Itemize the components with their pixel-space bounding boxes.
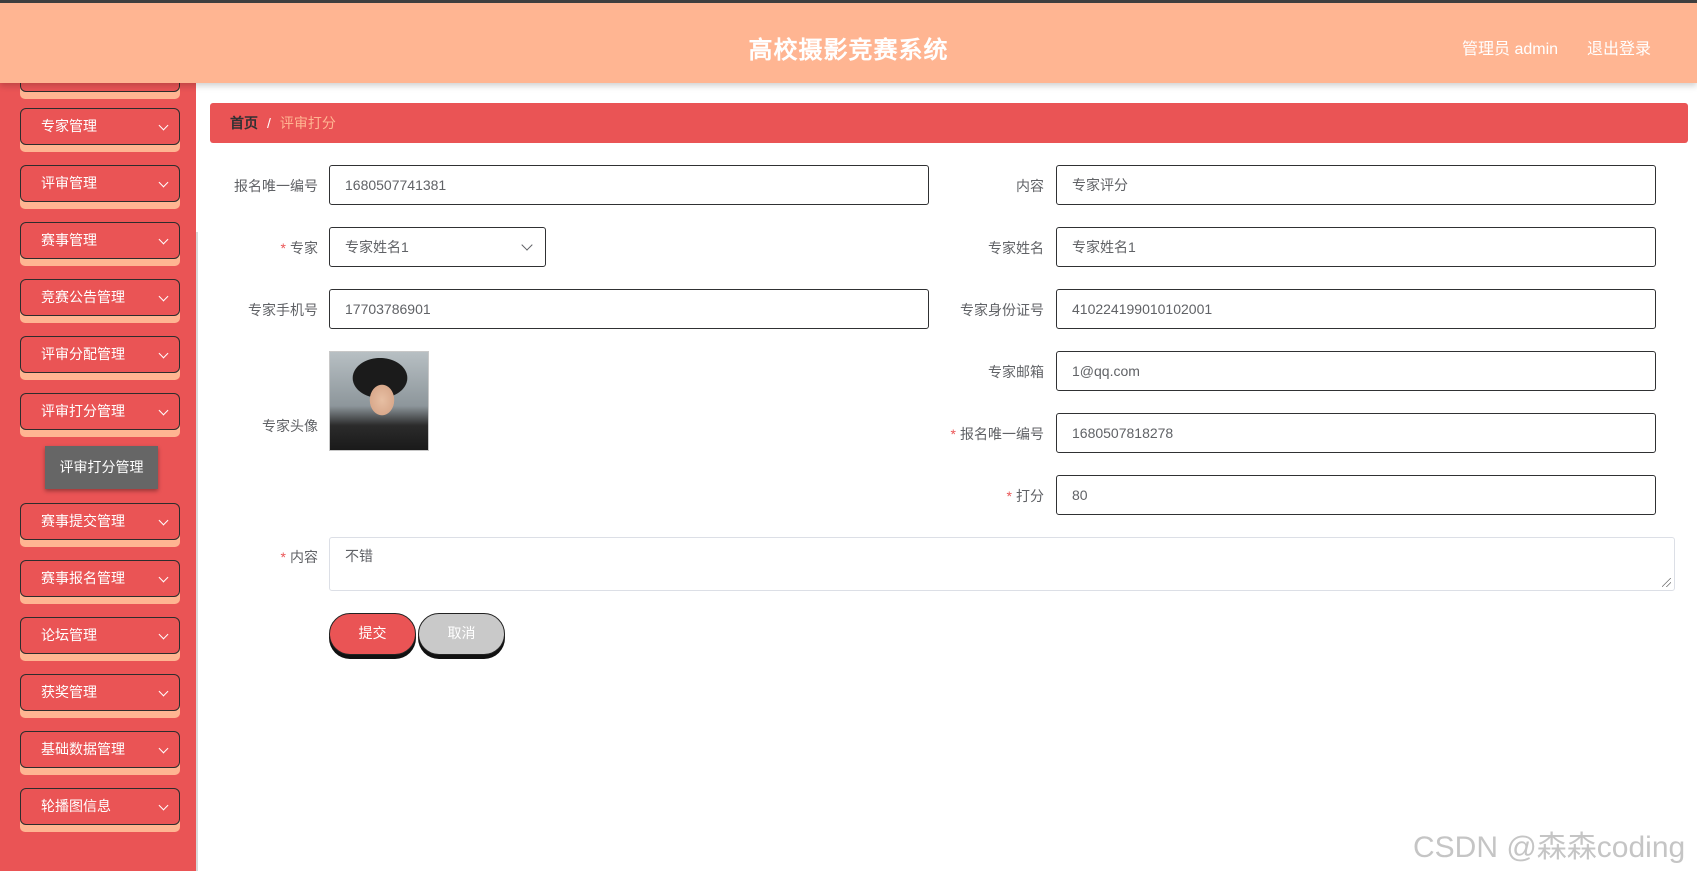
sidebar-item-previous[interactable]: [20, 83, 180, 99]
cancel-button[interactable]: 取消: [418, 613, 505, 655]
signup-no-field[interactable]: [329, 165, 929, 205]
content-top-field[interactable]: [1056, 165, 1656, 205]
required-mark: *: [1006, 488, 1012, 504]
chevron-down-icon: [158, 348, 169, 359]
watermark: CSDN @森森coding: [1413, 831, 1686, 864]
chevron-down-icon: [158, 686, 169, 697]
expert-name-label: 专家姓名: [988, 240, 1044, 256]
sidebar-item-review-management[interactable]: 评审管理: [20, 165, 180, 209]
sidebar-item-label: 轮播图信息: [41, 798, 111, 814]
signup-no-label: 报名唯一编号: [234, 178, 318, 194]
required-mark: *: [950, 426, 956, 442]
content-label: * 内容: [280, 549, 318, 565]
chevron-down-icon: [158, 515, 169, 526]
chevron-down-icon: [521, 239, 533, 251]
chevron-down-icon: [158, 629, 169, 640]
chevron-down-icon: [158, 291, 169, 302]
sidebar-item-label: 评审分配管理: [41, 346, 125, 362]
score-field[interactable]: [1056, 475, 1656, 515]
top-header: 高校摄影竞赛系统 管理员 admin 退出登录: [0, 0, 1697, 83]
sidebar-item-label: 赛事提交管理: [41, 513, 125, 529]
chevron-down-icon: [158, 572, 169, 583]
signup-no2-label: * 报名唯一编号: [950, 426, 1044, 442]
sidebar-item-label: 获奖管理: [41, 684, 97, 700]
score-label: * 打分: [1006, 488, 1044, 504]
expert-phone-label: 专家手机号: [248, 302, 318, 318]
sidebar-item-award-management[interactable]: 获奖管理: [20, 674, 180, 718]
sidebar-item-announcement-management[interactable]: 竞赛公告管理: [20, 279, 180, 323]
expert-id-field[interactable]: [1056, 289, 1656, 329]
sidebar-item-label: 评审打分管理: [41, 403, 125, 419]
breadcrumb-home[interactable]: 首页: [230, 115, 258, 131]
sidebar-item-label: 赛事管理: [41, 232, 97, 248]
content-top-label: 内容: [1016, 178, 1044, 194]
breadcrumb-separator: /: [267, 115, 271, 131]
sidebar-item-label: 竞赛公告管理: [41, 289, 125, 305]
required-mark: *: [280, 240, 286, 256]
signup-no2-field[interactable]: [1056, 413, 1656, 453]
current-user-label: 管理员 admin: [1462, 41, 1559, 58]
breadcrumb-current: 评审打分: [279, 115, 336, 131]
sidebar-item-forum-management[interactable]: 论坛管理: [20, 617, 180, 661]
sidebar-item-expert-management[interactable]: 专家管理: [20, 108, 180, 152]
sidebar-item-label: 专家管理: [41, 118, 97, 134]
sidebar-item-review-scoring[interactable]: 评审打分管理: [20, 393, 180, 437]
chevron-down-icon: [158, 177, 169, 188]
required-mark: *: [280, 549, 286, 565]
sidebar-item-label: 基础数据管理: [41, 741, 125, 757]
expert-avatar-image[interactable]: [329, 351, 429, 451]
chevron-down-icon: [158, 743, 169, 754]
chevron-down-icon: [158, 405, 169, 416]
sidebar-item-label: 论坛管理: [41, 627, 97, 643]
logout-link[interactable]: 退出登录: [1587, 35, 1651, 59]
expert-name-field[interactable]: [1056, 227, 1656, 267]
app-title: 高校摄影竞赛系统: [748, 37, 949, 64]
sidebar-item-label: 赛事报名管理: [41, 570, 125, 586]
breadcrumb: 首页 / 评审打分: [210, 103, 1688, 143]
submenu-item-review-scoring[interactable]: 评审打分管理: [45, 446, 158, 489]
sidebar-item-carousel[interactable]: 轮播图信息: [20, 788, 180, 832]
expert-label: * 专家: [280, 240, 318, 256]
sidebar-item-event-signup[interactable]: 赛事报名管理: [20, 560, 180, 604]
submit-button[interactable]: 提交: [329, 613, 416, 655]
expert-id-label: 专家身份证号: [960, 302, 1044, 318]
expert-select[interactable]: 专家姓名1: [329, 227, 546, 267]
expert-email-label: 专家邮箱: [988, 364, 1044, 380]
content-textarea[interactable]: 不错: [329, 537, 1675, 591]
sidebar-item-event-submission[interactable]: 赛事提交管理: [20, 503, 180, 547]
avatar-label: 专家头像: [262, 418, 318, 434]
chevron-down-icon: [158, 800, 169, 811]
resize-handle-icon[interactable]: [1662, 578, 1671, 587]
chevron-down-icon: [158, 234, 169, 245]
sidebar-item-review-assignment[interactable]: 评审分配管理: [20, 336, 180, 380]
sidebar-item-label: 评审管理: [41, 175, 97, 191]
chevron-down-icon: [158, 120, 169, 131]
expert-email-field[interactable]: [1056, 351, 1656, 391]
expert-phone-field[interactable]: [329, 289, 929, 329]
sidebar-item-basic-data[interactable]: 基础数据管理: [20, 731, 180, 775]
sidebar-item-event-management[interactable]: 赛事管理: [20, 222, 180, 266]
